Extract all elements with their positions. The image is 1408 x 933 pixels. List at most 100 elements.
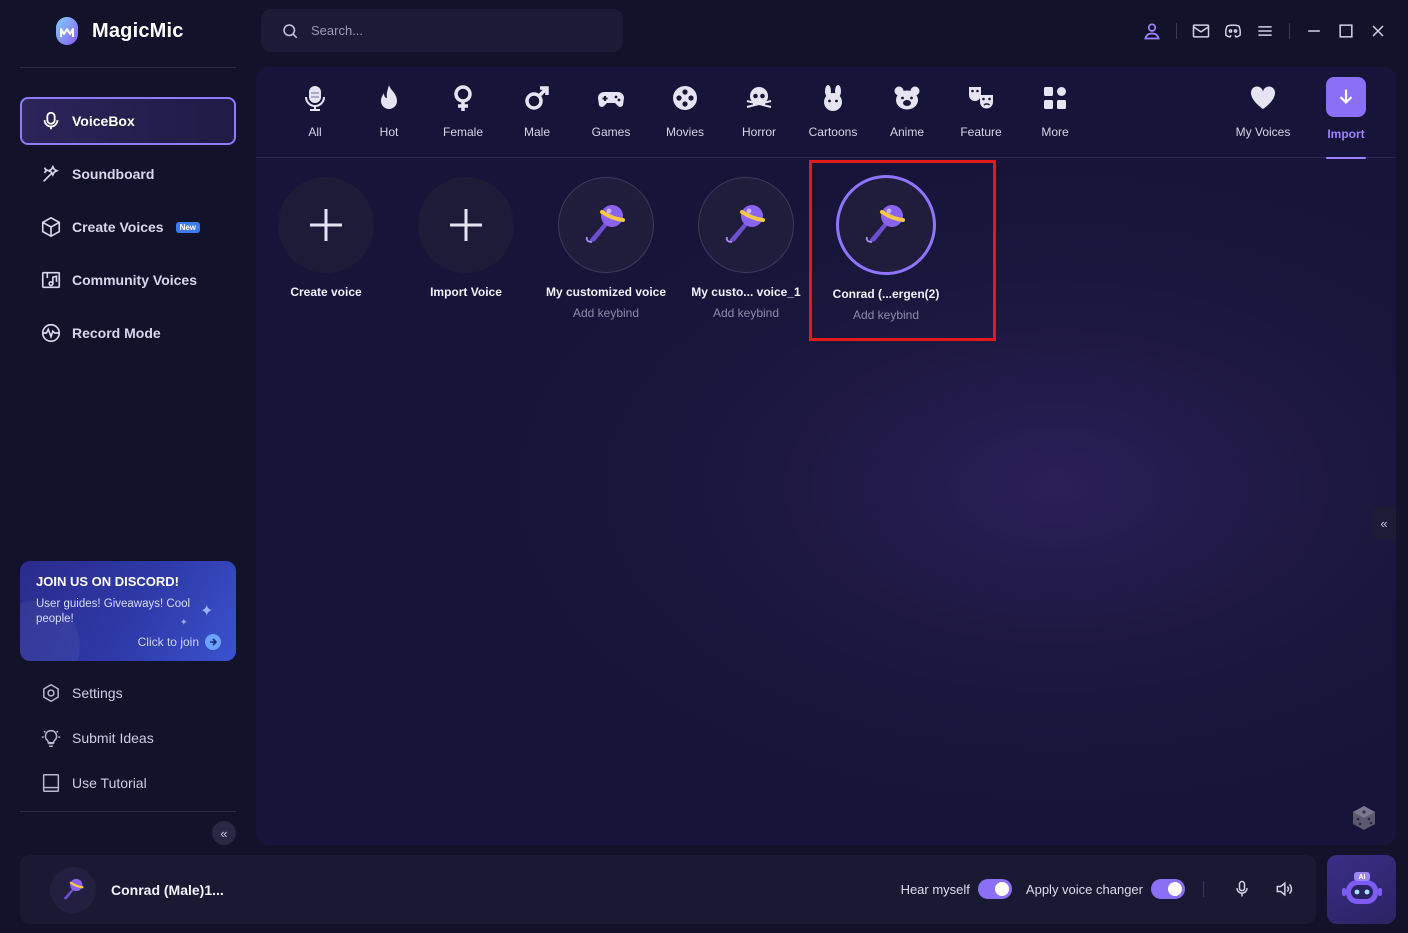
tab-my-voices[interactable]: My Voices (1226, 67, 1300, 158)
add-keybind-link[interactable]: Add keybind (713, 306, 779, 320)
microphone-icon (1236, 880, 1248, 897)
close-button[interactable] (1365, 18, 1391, 44)
tab-feature[interactable]: Feature (944, 67, 1018, 158)
tab-cartoons[interactable]: Cartoons (796, 67, 870, 158)
magic-microphone-icon (865, 205, 905, 243)
add-keybind-link[interactable]: Add keybind (853, 308, 919, 322)
microphone-button[interactable] (1230, 877, 1254, 901)
tab-hot[interactable]: Hot (352, 67, 426, 158)
tab-label: Feature (960, 125, 1002, 139)
sidebar-secondary: Settings Submit Ideas Use Tutorial (20, 670, 236, 805)
double-chevron-left-icon: « (1380, 515, 1388, 531)
film-reel-icon (673, 86, 697, 110)
tab-horror[interactable]: Horror (722, 67, 796, 158)
sidebar-item-label: VoiceBox (72, 113, 135, 129)
sidebar-item-submit-ideas[interactable]: Submit Ideas (20, 715, 236, 760)
hear-myself-toggle[interactable] (977, 879, 1012, 899)
create-voice-button[interactable] (278, 177, 374, 273)
panel-collapse-button[interactable]: « (1372, 507, 1396, 539)
mail-button[interactable] (1188, 18, 1214, 44)
mail-icon (1192, 24, 1210, 38)
bunny-icon (824, 85, 842, 111)
tab-male[interactable]: Male (500, 67, 574, 158)
tab-label: Male (523, 125, 550, 139)
speaker-button[interactable] (1272, 877, 1296, 901)
new-badge: New (175, 221, 201, 233)
sidebar-item-label: Soundboard (72, 166, 155, 182)
flame-icon (381, 85, 397, 109)
add-keybind-link[interactable]: Add keybind (573, 306, 639, 320)
sparkle-icon: ✦ (180, 617, 188, 627)
magic-microphone-icon (725, 205, 765, 243)
tab-label: Movies (665, 125, 704, 139)
tab-label: More (1041, 125, 1069, 139)
book-icon (42, 773, 60, 792)
sidebar-item-create-voices[interactable]: Create Voices New (20, 203, 236, 251)
category-tabs: All Hot Female Male Games Movies Horror … (256, 67, 1396, 159)
toolbar-separator (1289, 23, 1290, 39)
voice-card[interactable]: My customized voice Add keybind (536, 177, 676, 320)
toolbar-separator (1176, 23, 1177, 39)
maximize-button[interactable] (1333, 18, 1359, 44)
ai-assistant-button[interactable]: AI (1327, 855, 1396, 924)
dice-icon[interactable] (1350, 804, 1378, 832)
tab-games[interactable]: Games (574, 67, 648, 158)
minimize-button[interactable] (1301, 18, 1327, 44)
import-icon-box (1326, 77, 1366, 117)
voice-avatar (836, 175, 936, 275)
tab-import[interactable]: Import (1309, 67, 1383, 159)
sidebar-item-voicebox[interactable]: VoiceBox (20, 97, 236, 145)
sidebar-item-settings[interactable]: Settings (20, 670, 236, 715)
current-voice-name: Conrad (Male)1... (111, 882, 224, 898)
sidebar-item-label: Use Tutorial (72, 774, 147, 791)
sidebar-collapse-button[interactable]: « (212, 821, 236, 845)
sidebar-item-soundboard[interactable]: Soundboard (20, 150, 236, 198)
tab-label: Female (442, 125, 483, 139)
voicebox-panel: All Hot Female Male Games Movies Horror … (256, 67, 1396, 845)
voice-name: Import Voice (430, 285, 502, 299)
magic-microphone-icon (64, 878, 84, 900)
voice-card[interactable]: My custo... voice_1 Add keybind (676, 177, 816, 320)
download-arrow-icon (1339, 89, 1353, 105)
cube-icon (41, 216, 61, 238)
tab-label: All (308, 125, 322, 139)
voice-card-selected[interactable]: Conrad (...ergen(2) Add keybind (816, 175, 956, 322)
settings-icon (43, 683, 59, 702)
maximize-icon (1339, 24, 1353, 38)
voice-name: Create voice (290, 285, 362, 299)
sidebar-item-use-tutorial[interactable]: Use Tutorial (20, 760, 236, 805)
tab-all[interactable]: All (278, 67, 352, 158)
tab-female[interactable]: Female (426, 67, 500, 158)
import-voice-card[interactable]: Import Voice (396, 177, 536, 299)
account-button[interactable] (1139, 18, 1165, 44)
discord-button[interactable] (1220, 18, 1246, 44)
search-icon (283, 23, 298, 38)
grid-icon (1044, 87, 1066, 109)
bear-icon (894, 86, 920, 110)
discord-banner[interactable]: JOIN US ON DISCORD! User guides! Giveawa… (20, 561, 236, 661)
import-voice-button[interactable] (418, 177, 514, 273)
controls-separator (1203, 881, 1204, 897)
search-bar (261, 9, 623, 52)
window-toolbar (1136, 18, 1394, 44)
male-icon (525, 86, 549, 110)
discord-join-link[interactable]: Click to join (138, 634, 221, 650)
sparkle-icon: ✦ (200, 603, 214, 620)
app-title: MagicMic (92, 19, 184, 42)
menu-button[interactable] (1252, 18, 1278, 44)
active-tab-indicator (1326, 157, 1366, 159)
sidebar-item-record-mode[interactable]: Record Mode (20, 309, 236, 357)
search-input[interactable] (311, 23, 591, 38)
hamburger-menu-icon (1258, 26, 1272, 36)
tab-label: Games (591, 125, 631, 139)
tab-more[interactable]: More (1018, 67, 1092, 158)
tab-movies[interactable]: Movies (648, 67, 722, 158)
tab-label: Anime (889, 125, 924, 139)
voice-name: Conrad (...ergen(2) (832, 287, 940, 301)
discord-join-label: Click to join (137, 635, 199, 649)
apply-voice-changer-toggle[interactable] (1151, 879, 1185, 899)
user-icon (1144, 23, 1160, 40)
create-voice-card[interactable]: Create voice (256, 177, 396, 299)
tab-anime[interactable]: Anime (870, 67, 944, 158)
sidebar-item-community-voices[interactable]: Community Voices (20, 256, 236, 304)
